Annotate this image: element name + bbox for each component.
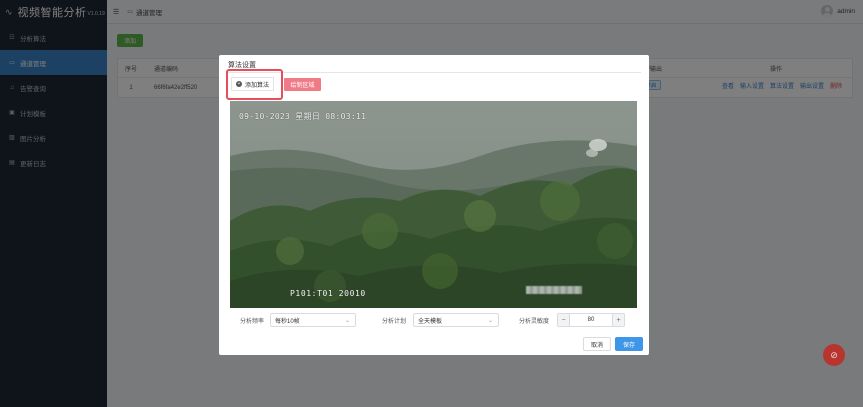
algorithm-settings-dialog: 算法设置 + 添加算法 绘制区域 09-10-2023 星期日 08:03:11… (219, 55, 649, 355)
draw-region-button[interactable]: 绘制区域 (284, 78, 321, 91)
plan-select[interactable]: 全天模板 ⌄ (413, 313, 499, 327)
frequency-select[interactable]: 每秒10帧 ⌄ (270, 313, 356, 327)
decrement-button[interactable]: − (558, 314, 570, 326)
increment-button[interactable]: + (612, 314, 624, 326)
video-camera-id: P101:T01 20010 (290, 289, 366, 298)
alert-icon[interactable]: ⊘ (823, 344, 845, 366)
chevron-down-icon: ⌄ (487, 318, 493, 324)
frequency-value: 每秒10帧 (275, 318, 300, 325)
plan-label: 分析计划 (382, 319, 407, 325)
video-timestamp: 09-10-2023 星期日 08:03:11 (239, 112, 367, 121)
plan-value: 全天模板 (418, 318, 443, 325)
sensitivity-label: 分析灵敏度 (519, 319, 550, 325)
highlight-box (226, 69, 283, 100)
analysis-form: 分析频率 每秒10帧 ⌄ 分析计划 全天模板 ⌄ 分析灵敏度 − 80 + (219, 313, 649, 327)
frequency-label: 分析频率 (240, 319, 265, 325)
video-preview[interactable]: 09-10-2023 星期日 08:03:11 P101:T01 20010 (230, 101, 637, 308)
blurred-overlay (526, 286, 582, 294)
cancel-button[interactable]: 取消 (583, 337, 611, 351)
divider (227, 72, 641, 73)
video-frame (230, 101, 637, 308)
chevron-down-icon: ⌄ (344, 318, 350, 324)
sensitivity-value[interactable]: 80 (570, 314, 612, 326)
sensitivity-stepper: − 80 + (557, 313, 625, 327)
save-button[interactable]: 保存 (615, 337, 643, 351)
